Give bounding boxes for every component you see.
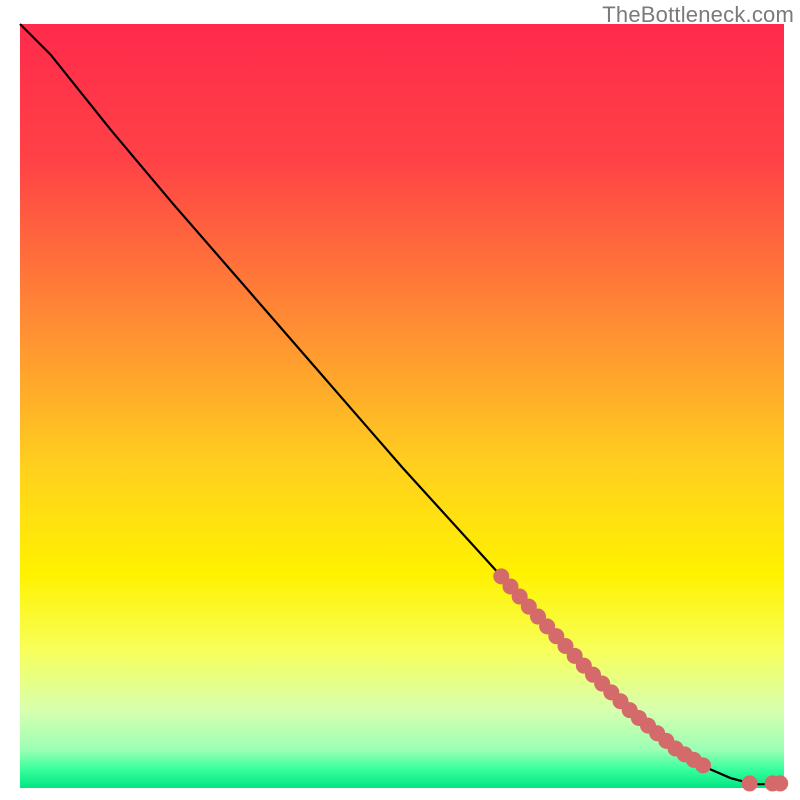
chart-stage: TheBottleneck.com [0, 0, 800, 800]
data-dot [695, 757, 711, 773]
attribution-text: TheBottleneck.com [602, 2, 794, 28]
chart-svg [0, 0, 800, 800]
data-dot [772, 775, 788, 791]
data-dot [742, 775, 758, 791]
gradient-background [20, 24, 784, 788]
